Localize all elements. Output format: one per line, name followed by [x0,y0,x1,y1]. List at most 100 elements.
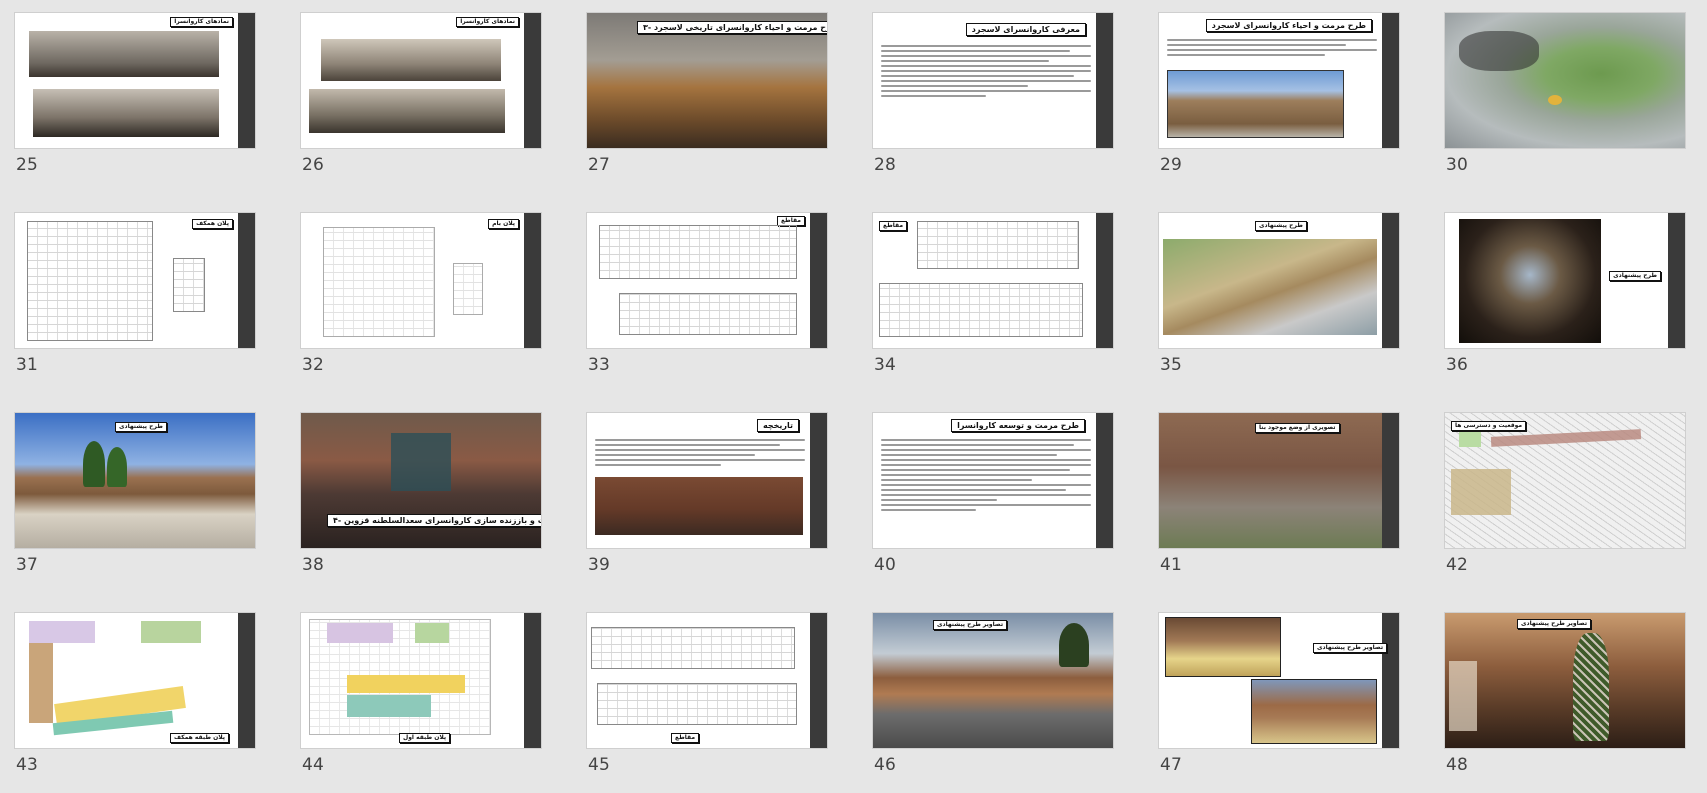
slide-sorter: نمادهای کاروانسرا 25 نمادهای کاروانسرا 2… [0,0,1707,781]
slide-title: پلان طبقه اول [399,733,451,743]
slide-title: مقاطع [671,733,700,743]
slide-number: 38 [302,555,325,575]
slide-33[interactable]: مقاطع 33 [587,213,827,393]
slide-thumbnail[interactable]: مقاطع [587,213,827,348]
slide-27[interactable]: ۳- طرح مرمت و احیاء کاروانسرای تاریخی لا… [587,13,827,193]
slide-side-bar [810,213,827,348]
slide-32[interactable]: پلان بام 32 [301,213,541,393]
slide-thumbnail[interactable]: ۴- طرح مرمت و باززنده سازی کاروانسرای سع… [301,413,541,548]
slide-thumbnail[interactable]: طرح پیشنهادی [1159,213,1399,348]
slide-number: 46 [874,755,897,775]
slide-number: 45 [588,755,611,775]
slide-side-bar [1096,213,1113,348]
slide-number: 41 [1160,555,1183,575]
slide-thumbnail[interactable]: پلان طبقه همکف [15,613,255,748]
slide-thumbnail[interactable]: تصاویر طرح پیشنهادی [1159,613,1399,748]
slide-number: 25 [16,155,39,175]
slide-number: 40 [874,555,897,575]
slide-number: 42 [1446,555,1469,575]
plan-zone [347,675,465,693]
3d-site-render [1163,239,1377,335]
slide-side-bar [524,13,541,148]
slide-number: 47 [1160,755,1183,775]
slide-side-bar [238,13,255,148]
slide-26[interactable]: نمادهای کاروانسرا 26 [301,13,541,193]
plan-zone [29,643,53,723]
slide-42[interactable]: موقعیت و دسترسی ها 42 [1445,413,1685,593]
slide-29[interactable]: طرح مرمت و احیاء کاروانسرای لاسجرد 29 [1159,13,1399,193]
elevation-drawing [29,31,219,77]
slide-44[interactable]: پلان طبقه اول 44 [301,613,541,793]
slide-title: موقعیت و دسترسی ها [1451,421,1527,431]
slide-43[interactable]: پلان طبقه همکف 43 [15,613,255,793]
slide-31[interactable]: پلان همکف 31 [15,213,255,393]
slide-39[interactable]: تاریخچه 39 [587,413,827,593]
slide-title: طرح پیشنهادی [1255,221,1307,231]
slide-thumbnail[interactable] [1445,13,1685,148]
slide-title: تصویری از وضع موجود بنا [1255,423,1340,433]
slide-title: نمادهای کاروانسرا [456,17,519,27]
slide-side-bar [524,613,541,748]
slide-title: ۴- طرح مرمت و باززنده سازی کاروانسرای سع… [327,514,541,527]
slide-thumbnail[interactable]: پلان بام [301,213,541,348]
slide-title: پلان طبقه همکف [170,733,229,743]
body-text-lines [595,439,805,469]
slide-thumbnail[interactable]: تاریخچه [587,413,827,548]
section-drawing [597,683,797,725]
slide-thumbnail[interactable]: تصاویر طرح پیشنهادی [873,613,1113,748]
slide-thumbnail[interactable]: طرح پیشنهادی [1445,213,1685,348]
slide-number: 39 [588,555,611,575]
archway-render [1459,219,1601,343]
slide-thumbnail[interactable]: پلان طبقه اول [301,613,541,748]
tree [83,441,105,487]
slide-38[interactable]: ۴- طرح مرمت و باززنده سازی کاروانسرای سع… [301,413,541,593]
slide-title: تصاویر طرح پیشنهادی [933,620,1008,630]
slide-41[interactable]: تصویری از وضع موجود بنا 41 [1159,413,1399,593]
slide-thumbnail[interactable]: تصویری از وضع موجود بنا [1159,413,1399,548]
slide-40[interactable]: طرح مرمت و توسعه کاروانسرا 40 [873,413,1113,593]
slide-48[interactable]: تصاویر طرح پیشنهادی 48 [1445,613,1685,793]
slide-35[interactable]: طرح پیشنهادی 35 [1159,213,1399,393]
render-image [1251,679,1377,744]
plan-zone [347,695,431,717]
slide-thumbnail[interactable]: ۳- طرح مرمت و احیاء کاروانسرای تاریخی لا… [587,13,827,148]
slide-25[interactable]: نمادهای کاروانسرا 25 [15,13,255,193]
slide-thumbnail[interactable]: طرح مرمت و احیاء کاروانسرای لاسجرد [1159,13,1399,148]
slide-47[interactable]: تصاویر طرح پیشنهادی 47 [1159,613,1399,793]
slide-title: طرح مرمت و احیاء کاروانسرای لاسجرد [1205,19,1372,32]
slide-30[interactable]: 30 [1445,13,1685,193]
detail-drawing [173,258,205,312]
slide-thumbnail[interactable]: نمادهای کاروانسرا [301,13,541,148]
slide-thumbnail[interactable]: پلان همکف [15,213,255,348]
slide-number: 44 [302,755,325,775]
slide-number: 43 [16,755,39,775]
slide-34[interactable]: مقاطع 34 [873,213,1113,393]
section-drawing [917,221,1079,269]
site-plot [1451,469,1511,515]
slide-thumbnail[interactable]: موقعیت و دسترسی ها [1445,413,1685,548]
slide-side-bar [810,413,827,548]
slide-title: نمادهای کاروانسرا [170,17,233,27]
slide-37[interactable]: طرح پیشنهادی 37 [15,413,255,593]
road-highlight [1490,429,1642,447]
slide-thumbnail[interactable]: مقاطع [587,613,827,748]
slide-thumbnail[interactable]: تصاویر طرح پیشنهادی [1445,613,1685,748]
slide-title: پلان بام [488,219,519,229]
slide-number: 35 [1160,355,1183,375]
slide-side-bar [1382,413,1399,548]
slide-thumbnail[interactable]: طرح مرمت و توسعه کاروانسرا [873,413,1113,548]
slide-thumbnail[interactable]: معرفی کاروانسرای لاسجرد [873,13,1113,148]
section-drawing [591,627,795,669]
slide-36[interactable]: طرح پیشنهادی 36 [1445,213,1685,393]
slide-28[interactable]: معرفی کاروانسرای لاسجرد 28 [873,13,1113,193]
slide-45[interactable]: مقاطع 45 [587,613,827,793]
slide-46[interactable]: تصاویر طرح پیشنهادی 46 [873,613,1113,793]
plan-zone [141,621,201,643]
slide-thumbnail[interactable]: نمادهای کاروانسرا [15,13,255,148]
slide-number: 26 [302,155,325,175]
slide-number: 48 [1446,755,1469,775]
slide-number: 30 [1446,155,1469,175]
slide-thumbnail[interactable]: مقاطع [873,213,1113,348]
historic-photo [595,477,803,535]
slide-thumbnail[interactable]: طرح پیشنهادی [15,413,255,548]
